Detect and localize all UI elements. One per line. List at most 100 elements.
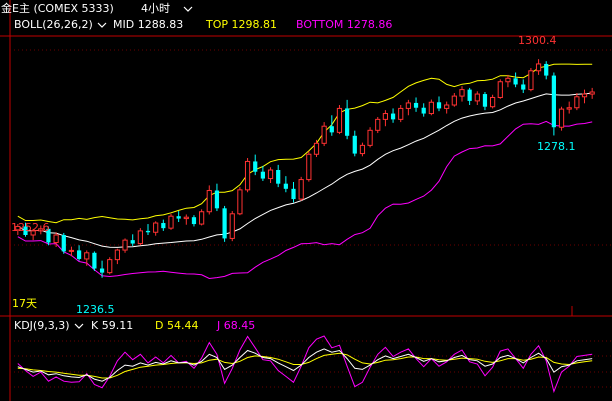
candle bbox=[214, 183, 220, 212]
candle-body-up bbox=[505, 77, 511, 83]
candle-body-up bbox=[474, 93, 480, 102]
candle-body-up bbox=[114, 249, 120, 261]
candle-body-down bbox=[92, 252, 97, 269]
candle-body-up bbox=[405, 102, 411, 109]
candle-body-up bbox=[459, 89, 465, 97]
candle bbox=[191, 215, 197, 227]
candle-body-down bbox=[390, 113, 396, 120]
candle-body-down bbox=[521, 84, 526, 90]
candle bbox=[367, 127, 373, 148]
candle bbox=[306, 151, 312, 182]
candle bbox=[482, 92, 488, 111]
period-selector[interactable]: 4小时 bbox=[141, 2, 170, 15]
boll-legend-mid: MID 1288.83 bbox=[113, 18, 183, 31]
candle-body-down bbox=[222, 208, 227, 239]
candle-body-down bbox=[145, 230, 151, 233]
candle-body-up bbox=[367, 129, 373, 146]
candle-body-up bbox=[574, 96, 580, 109]
candle bbox=[436, 96, 442, 112]
candle-body-up bbox=[581, 93, 588, 98]
candle bbox=[336, 105, 343, 135]
candle bbox=[321, 122, 327, 147]
candle-body-up bbox=[68, 249, 75, 252]
candle-body-down bbox=[467, 89, 472, 101]
candle bbox=[451, 93, 457, 107]
kdj-chevron-down-icon[interactable] bbox=[74, 323, 84, 329]
candle bbox=[581, 89, 588, 104]
candle-body-down bbox=[176, 216, 181, 219]
candle bbox=[244, 158, 251, 193]
candle-body-up bbox=[306, 153, 312, 181]
candle bbox=[183, 214, 189, 225]
candle-body-down bbox=[99, 268, 105, 273]
candle bbox=[222, 205, 227, 242]
candle bbox=[497, 79, 503, 99]
candle bbox=[237, 187, 243, 216]
candle-body-down bbox=[61, 235, 66, 252]
candle bbox=[276, 164, 281, 188]
candle bbox=[467, 87, 472, 105]
boll-band-layer bbox=[17, 63, 593, 280]
kdj-k-line bbox=[17, 348, 593, 382]
candle-body-up bbox=[53, 234, 59, 244]
candle bbox=[444, 101, 450, 114]
chart-canvas: 金E主 (COMEX 5333) 4小时 BOLL(26,26,2) MID 1… bbox=[0, 0, 612, 401]
candle-body-up bbox=[321, 125, 327, 144]
candle bbox=[84, 250, 90, 266]
candle bbox=[76, 245, 82, 261]
candle bbox=[153, 221, 159, 236]
candle bbox=[558, 106, 565, 131]
candle bbox=[92, 251, 97, 271]
candle-body-down bbox=[76, 250, 82, 259]
boll-chevron-down-icon[interactable] bbox=[97, 22, 107, 28]
candle bbox=[345, 99, 350, 140]
candle bbox=[535, 59, 542, 75]
candle-body-down bbox=[329, 126, 334, 133]
candle bbox=[382, 110, 389, 127]
candle-body-down bbox=[283, 183, 288, 189]
candle bbox=[566, 101, 572, 114]
candle-body-up bbox=[359, 144, 366, 155]
candle-body-down bbox=[551, 75, 556, 128]
kdj-layer bbox=[17, 335, 593, 394]
candle bbox=[574, 93, 580, 111]
candle bbox=[260, 165, 265, 181]
candle bbox=[413, 97, 419, 112]
candle bbox=[168, 213, 174, 230]
candle-body-up bbox=[558, 108, 565, 128]
left-label: 1252.6 bbox=[11, 221, 50, 234]
candle bbox=[161, 219, 166, 231]
candle bbox=[298, 176, 304, 201]
candle-body-up bbox=[398, 107, 404, 120]
kdj-legend-k: K 59.11 bbox=[91, 319, 133, 332]
candle-body-down bbox=[260, 171, 265, 179]
candle-body-down bbox=[544, 63, 549, 76]
candle bbox=[390, 108, 396, 123]
candle bbox=[421, 103, 426, 117]
candle-body-down bbox=[482, 94, 488, 107]
candle-body-up bbox=[382, 113, 389, 120]
candle bbox=[428, 99, 434, 116]
candle-body-down bbox=[130, 240, 135, 244]
chevron-down-icon[interactable] bbox=[183, 6, 193, 12]
candle bbox=[176, 211, 181, 222]
boll-legend-name: BOLL(26,26,2) bbox=[14, 18, 93, 31]
kdj-legend-d: D 54.44 bbox=[155, 319, 198, 332]
boll-mid-line bbox=[17, 92, 593, 248]
candle-body-up bbox=[497, 81, 503, 98]
candle-body-down bbox=[276, 170, 281, 184]
candle bbox=[283, 176, 288, 193]
candle-body-up bbox=[444, 104, 450, 109]
kdj-legend-j: J 68.45 bbox=[216, 319, 255, 332]
candle bbox=[229, 211, 235, 242]
candle-body-up bbox=[237, 189, 243, 215]
candle bbox=[122, 238, 128, 253]
candle-body-up bbox=[336, 107, 343, 133]
candle-body-down bbox=[253, 161, 258, 172]
candle-body-up bbox=[137, 230, 143, 245]
candle-body-up bbox=[298, 179, 304, 200]
days-label: 17天 bbox=[12, 297, 37, 310]
candle-body-up bbox=[428, 101, 434, 115]
candle-body-up bbox=[490, 96, 496, 108]
candle-body-down bbox=[352, 135, 357, 154]
